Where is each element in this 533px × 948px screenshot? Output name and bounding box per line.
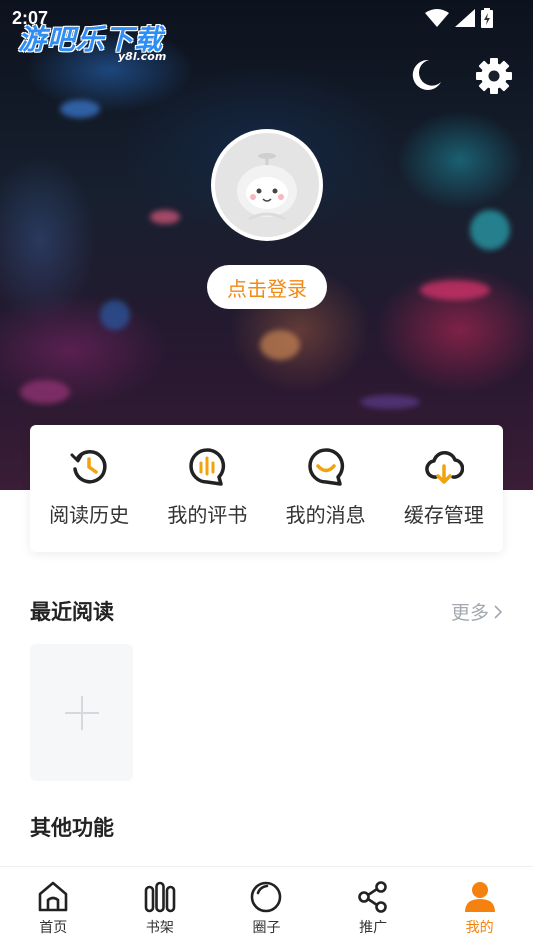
avatar-placeholder — [215, 133, 319, 237]
wifi-icon — [425, 9, 449, 27]
bookshelf-icon — [144, 881, 176, 913]
settings-button[interactable] — [474, 56, 514, 96]
gear-icon — [476, 58, 512, 94]
moon-icon — [412, 59, 441, 90]
home-icon — [38, 881, 68, 912]
history-icon — [70, 450, 107, 484]
bottom-navigation: 首页 书架 圈子 推广 我的 — [0, 866, 533, 948]
profile-header-background — [0, 0, 533, 490]
quick-action-history[interactable]: 阅读历史 — [30, 425, 148, 552]
circle-icon — [251, 881, 282, 913]
share-icon — [358, 881, 387, 913]
chevron-right-icon — [494, 604, 503, 619]
recent-reading-title: 最近阅读 — [30, 599, 114, 624]
quick-action-label: 我的评书 — [167, 503, 248, 527]
avatar[interactable] — [211, 129, 323, 241]
cloud-download-icon — [425, 451, 464, 484]
quick-action-label: 缓存管理 — [403, 503, 484, 527]
nav-label: 圈子 — [252, 920, 281, 936]
robot-avatar-icon — [237, 153, 297, 221]
signal-icon — [455, 9, 475, 27]
quick-action-messages[interactable]: 我的消息 — [267, 425, 385, 552]
review-icon — [189, 448, 226, 486]
recent-more-link[interactable]: 更多 — [451, 598, 503, 625]
nav-mine[interactable]: 我的 — [426, 867, 533, 948]
nav-bookshelf[interactable]: 书架 — [107, 867, 214, 948]
nav-label: 我的 — [465, 920, 494, 936]
status-icons — [425, 8, 493, 28]
add-book-tile[interactable] — [30, 644, 133, 781]
nav-circle[interactable]: 圈子 — [213, 867, 320, 948]
quick-actions-card: 阅读历史 我的评书 我的消息 缓存管理 — [30, 425, 503, 552]
watermark-site: y8l.com — [118, 50, 167, 63]
user-icon — [464, 882, 495, 912]
login-button[interactable]: 点击登录 — [207, 265, 327, 309]
battery-icon — [481, 8, 493, 28]
plus-icon — [64, 695, 99, 730]
nav-label: 推广 — [359, 920, 388, 936]
message-icon — [307, 448, 344, 486]
nav-promote[interactable]: 推广 — [320, 867, 427, 948]
more-label: 更多 — [450, 602, 489, 624]
nav-label: 书架 — [145, 920, 174, 936]
other-functions-title: 其他功能 — [30, 815, 114, 840]
quick-action-label: 阅读历史 — [49, 503, 130, 527]
nav-home[interactable]: 首页 — [0, 867, 107, 948]
quick-action-cache[interactable]: 缓存管理 — [385, 425, 503, 552]
watermark-logo: 游吧乐下载 y8l.com — [18, 18, 166, 63]
nav-label: 首页 — [39, 920, 68, 936]
quick-action-reviews[interactable]: 我的评书 — [148, 425, 266, 552]
night-mode-button[interactable] — [407, 56, 445, 94]
quick-action-label: 我的消息 — [285, 503, 366, 527]
